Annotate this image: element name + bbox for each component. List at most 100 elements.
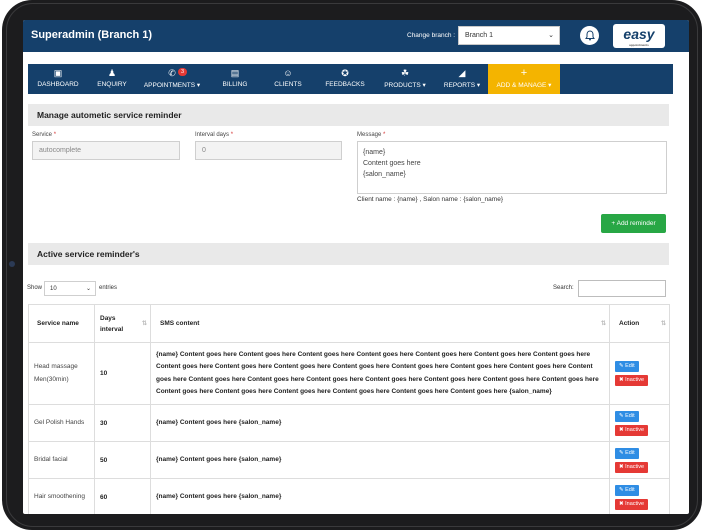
pencil-icon: ✎ [619, 412, 624, 419]
nav-appointments[interactable]: ✆ 3 APPOINTMENTS ▾ [141, 64, 203, 94]
main-nav: ▣ DASHBOARD ♟ ENQUIRY ✆ 3 APPOINTMENTS ▾… [28, 64, 673, 94]
logo-subtext: appointments [629, 43, 649, 47]
add-reminder-button[interactable]: + Add reminder [601, 214, 666, 233]
inactive-label: Inactive [625, 463, 645, 470]
edit-button[interactable]: ✎ Edit [615, 484, 639, 496]
nav-products[interactable]: ☘ PRODUCTS ▾ [378, 64, 432, 94]
edit-label: Edit [625, 449, 635, 456]
close-icon: ✖ [619, 426, 624, 433]
table-header-row: Service name Days interval ⇅ SMS content… [28, 304, 670, 343]
action-cell: ✎ Edit ✖ Inactive [609, 342, 670, 405]
top-bar: Superadmin (Branch 1) Change branch : Br… [23, 20, 689, 52]
nav-dashboard-label: DASHBOARD [37, 81, 79, 88]
nav-clients[interactable]: ☺ CLIENTS [268, 64, 308, 94]
sms-cell: {name} Content goes here {salon_name} [150, 404, 610, 442]
basket-icon: ☘ [400, 68, 410, 78]
days-cell: 50 [94, 441, 151, 479]
clients-icon: ☺ [283, 68, 293, 78]
inactive-button[interactable]: ✖ Inactive [615, 498, 649, 510]
nav-dashboard[interactable]: ▣ DASHBOARD [33, 64, 83, 94]
edit-button[interactable]: ✎ Edit [615, 361, 639, 372]
nav-products-label: PRODUCTS ▾ [384, 82, 426, 89]
action-cell: ✎ Edit ✖ Inactive [609, 404, 670, 442]
table-row: Head massage Men(30min) 10 {name} Conten… [28, 342, 670, 405]
edit-label: Edit [625, 486, 635, 493]
service-label-text: Service [32, 132, 53, 138]
sort-icon: ⇅ [141, 321, 147, 327]
edit-button[interactable]: ✎ Edit [615, 410, 639, 422]
col-service-name[interactable]: Service name [28, 304, 95, 343]
col-action[interactable]: Action ⇅ [609, 304, 670, 343]
nav-billing-label: BILLING [222, 81, 248, 88]
sms-cell: {name} Content goes here {salon_name} [150, 478, 610, 514]
service-name-cell: Hair smoothening [28, 478, 95, 514]
nav-billing[interactable]: ▤ BILLING [216, 64, 254, 94]
col-days-label: Days [100, 314, 116, 322]
billing-icon: ▤ [230, 68, 240, 78]
pencil-icon: ✎ [619, 363, 624, 369]
dashboard-icon: ▣ [53, 68, 63, 78]
sort-icon: ⇅ [660, 321, 666, 327]
entries-select-value: 10 [50, 286, 57, 292]
notification-bell-icon[interactable] [580, 26, 599, 45]
change-branch-label: Change branch : [407, 32, 456, 39]
edit-label: Edit [625, 412, 635, 419]
action-cell: ✎ Edit ✖ Inactive [609, 478, 670, 514]
days-cell: 10 [94, 342, 151, 405]
col-sms-label: SMS content [160, 320, 200, 327]
chart-icon: ◢ [458, 68, 466, 78]
entries-select[interactable]: 10 ⌄ [44, 281, 96, 296]
brand-logo[interactable]: easy appointments [613, 24, 665, 48]
pencil-icon: ✎ [619, 449, 624, 456]
phone-icon: ✆ [168, 68, 176, 78]
user-plus-icon: ♟ [107, 68, 117, 78]
interval-days-input[interactable]: 0 [195, 141, 342, 160]
nav-feedbacks[interactable]: ✪ FEEDBACKS [321, 64, 369, 94]
col-sms-content[interactable]: SMS content ⇅ [150, 304, 610, 343]
service-name-cell: Gel Polish Hands [28, 404, 95, 442]
message-line: {name} [363, 149, 386, 156]
edit-label: Edit [625, 363, 635, 369]
show-label: Show [27, 285, 43, 291]
inactive-button[interactable]: ✖ Inactive [615, 424, 649, 436]
plus-icon: + [520, 67, 528, 79]
service-name-cell: Head massage Men(30min) [28, 342, 95, 405]
interval-label-text: Interval days [195, 132, 230, 138]
app-screen: Superadmin (Branch 1) Change branch : Br… [23, 20, 689, 514]
entries-label: entries [99, 285, 118, 291]
search-label: Search: [553, 285, 574, 291]
active-reminders-heading: Active service reminder's [28, 243, 669, 265]
page-title: Superadmin (Branch 1) [31, 29, 153, 41]
edit-button[interactable]: ✎ Edit [615, 447, 639, 459]
tablet-frame: Superadmin (Branch 1) Change branch : Br… [2, 0, 702, 530]
branch-select[interactable]: Branch 1 ⌄ [458, 26, 560, 45]
inactive-label: Inactive [625, 426, 645, 433]
nav-clients-label: CLIENTS [274, 81, 302, 88]
interval-label: Interval days * [195, 132, 234, 138]
table-row: Bridal facial 50 {name} Content goes her… [28, 441, 670, 479]
nav-enquiry[interactable]: ♟ ENQUIRY [91, 64, 133, 94]
nav-reports[interactable]: ◢ REPORTS ▾ [439, 64, 485, 94]
pencil-icon: ✎ [619, 486, 624, 493]
message-label-text: Message [357, 132, 382, 138]
message-label: Message * [357, 132, 386, 138]
feedback-icon: ✪ [341, 68, 349, 78]
reminders-table: Service name Days interval ⇅ SMS content… [28, 304, 670, 514]
inactive-button[interactable]: ✖ Inactive [615, 375, 649, 386]
close-icon: ✖ [619, 377, 624, 383]
message-line: Content goes here [363, 160, 421, 167]
appointments-badge: 3 [178, 68, 188, 76]
chevron-down-icon: ⌄ [548, 32, 554, 39]
col-service-name-label: Service name [37, 320, 79, 327]
col-days-interval[interactable]: Days interval ⇅ [94, 304, 151, 343]
reminder-form-heading: Manage autometic service reminder [28, 104, 669, 126]
message-textarea[interactable]: {name} Content goes here {salon_name} [357, 141, 667, 194]
inactive-button[interactable]: ✖ Inactive [615, 461, 649, 473]
nav-add-manage[interactable]: + ADD & MANAGE ▾ [488, 64, 560, 94]
service-input[interactable]: autocomplete [32, 141, 180, 160]
service-label: Service * [32, 132, 57, 138]
inactive-label: Inactive [625, 377, 645, 383]
search-input[interactable] [578, 280, 666, 297]
nav-add-manage-label: ADD & MANAGE ▾ [496, 82, 552, 89]
col-interval-label: interval [100, 325, 124, 333]
